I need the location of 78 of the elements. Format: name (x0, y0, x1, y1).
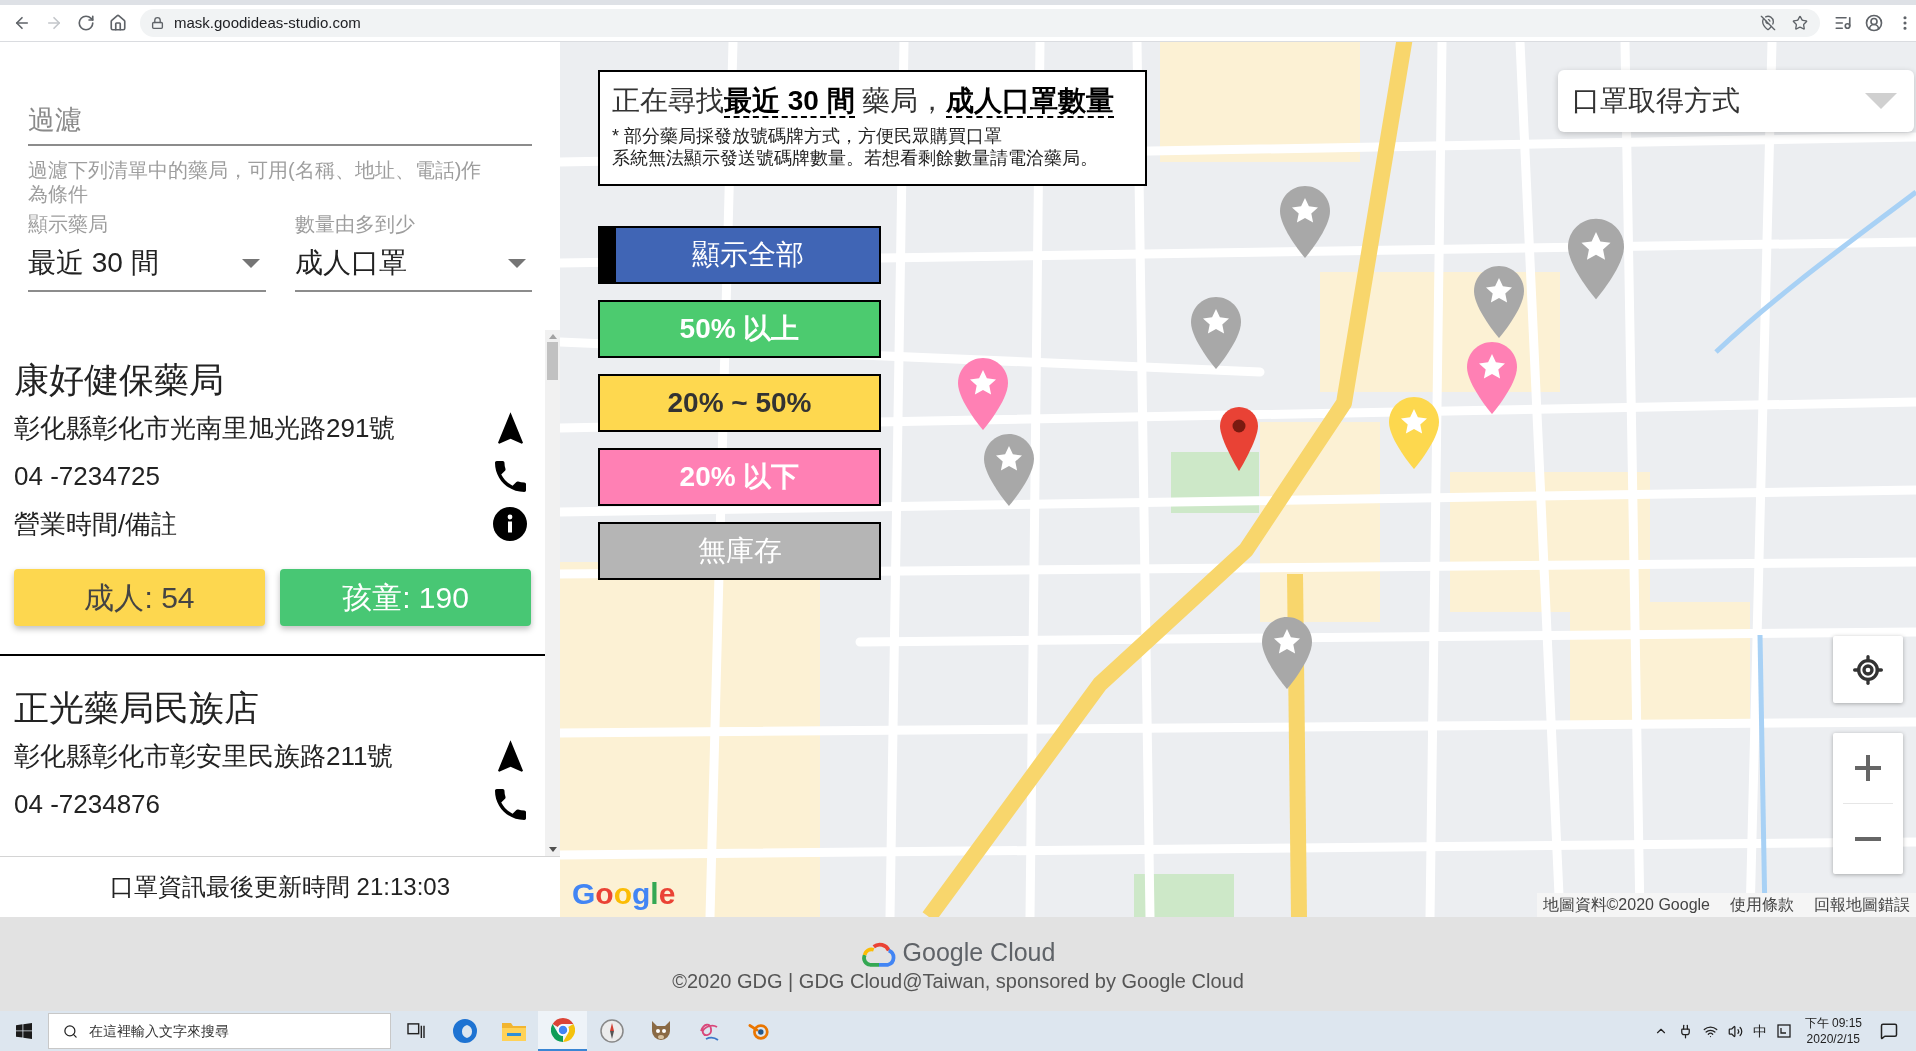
address-bar[interactable]: mask.goodideas-studio.com (140, 9, 1820, 37)
filter-field[interactable]: 過濾 (28, 96, 532, 146)
thick-ring-icon (452, 1019, 477, 1043)
wifi-icon[interactable] (1702, 1023, 1718, 1039)
scrollbar-thumb[interactable] (547, 342, 558, 380)
search-input[interactable]: 在這裡輸入文字來搜尋 (89, 1020, 390, 1042)
map-link[interactable]: 使用條款 (1730, 893, 1794, 917)
select-label: 顯示藥局 (28, 212, 108, 236)
volume-icon[interactable] (1727, 1023, 1743, 1039)
star-pin-icon[interactable] (984, 434, 1034, 506)
phone-text: 04 -7234876 (14, 787, 161, 821)
hours-note-text: 營業時間/備註 (14, 507, 178, 541)
stock-filter-button[interactable]: 20% ~ 50% (598, 374, 881, 432)
navigation-arrow-icon[interactable] (497, 740, 523, 772)
last-updated-text: 口罩資訊最後更新時間 21:13:03 (109, 872, 451, 902)
location-pin-icon[interactable] (1220, 407, 1258, 471)
pharmacy-name: 正光藥局民族店 (14, 686, 259, 729)
locate-icon (1852, 653, 1884, 686)
phone-icon[interactable] (494, 460, 526, 492)
minus-icon (1855, 837, 1881, 841)
clock-time: 下午 09:15 (1804, 1015, 1862, 1031)
star-pin-icon[interactable] (1262, 617, 1312, 689)
lock-icon (151, 16, 164, 30)
home-icon[interactable] (109, 14, 127, 32)
search-summary-heading: 正在尋找最近 30 間 藥局，成人口罩數量 (612, 84, 1116, 119)
clock-date: 2020/2/15 (1806, 1031, 1860, 1047)
notice-text: 系統無法顯示發送號碼牌數量。若想看剩餘數量請電洽藥局。 (612, 147, 1098, 169)
media-control-icon[interactable] (1834, 14, 1852, 32)
ime-mode-icon[interactable] (1776, 1024, 1791, 1038)
dropdown-select[interactable]: 成人口罩 (294, 236, 532, 292)
account-icon[interactable] (1865, 14, 1883, 32)
input-method-indicator[interactable]: 中 (1752, 1020, 1767, 1042)
taskbar-app-button[interactable] (538, 1011, 587, 1051)
map-link[interactable]: 回報地圖錯誤 (1814, 893, 1910, 917)
address-text: 彰化縣彰化市光南里旭光路291號 (14, 411, 396, 445)
map-data-credit: 地圖資料©2020 Google (1542, 895, 1710, 915)
brand-name: Google Cloud (902, 937, 1056, 969)
taskbar-search-bar[interactable]: 在這裡輸入文字來搜尋 (48, 1013, 391, 1049)
compass-icon (599, 1019, 624, 1043)
url-text: mask.goodideas-studio.com (174, 12, 361, 33)
notice-text: * 部分藥局採發放號碼牌方式，方便民眾購買口罩 (612, 125, 1002, 147)
bookmark-star-icon[interactable] (1792, 15, 1808, 31)
star-pin-icon[interactable] (1389, 397, 1439, 469)
notification-icon[interactable] (1880, 1022, 1898, 1040)
caret-icon (241, 258, 260, 268)
blocked-location-icon[interactable] (1760, 15, 1776, 31)
star-pin-icon[interactable] (1191, 297, 1241, 369)
credit-text: ©2020 GDG | GDG Cloud@Taiwan, sponsored by Google Cloud (672, 969, 1244, 993)
address-text: 彰化縣彰化市彰安里民族路211號 (14, 739, 394, 773)
search-icon (63, 1023, 78, 1039)
star-pin-icon[interactable] (1280, 186, 1330, 258)
scroll-down-icon[interactable] (548, 847, 557, 852)
star-pin-icon[interactable] (1467, 342, 1517, 414)
phone-icon[interactable] (494, 788, 526, 820)
dropdown-select[interactable]: 最近 30 間 (28, 236, 266, 292)
caret-icon (508, 258, 526, 268)
tricolor-circle-icon (550, 1018, 575, 1042)
my-location-button[interactable] (1833, 636, 1903, 703)
phone-text: 04 -7234725 (14, 459, 161, 493)
google-logo: Google (572, 877, 676, 911)
filter-hint: 過濾下列清單中的藥局，可用(名稱、地址、電話)作為條件 (28, 158, 483, 206)
pickup-method-select[interactable]: 口罩取得方式 (1558, 70, 1914, 132)
plus-icon (1855, 755, 1881, 781)
star-pin-icon[interactable] (1474, 266, 1524, 338)
reload-icon[interactable] (77, 14, 95, 32)
scrollbar[interactable] (545, 330, 560, 856)
info-icon[interactable] (493, 507, 527, 541)
stock-filter-button[interactable]: 顯示全部 (598, 226, 881, 284)
star-pin-icon[interactable] (1568, 218, 1624, 300)
folder-icon (501, 1021, 526, 1041)
stock-count-button[interactable]: 成人: 54 (14, 569, 265, 626)
star-pin-icon[interactable] (958, 358, 1008, 430)
task-view-icon (406, 1023, 425, 1039)
pharmacy-name: 康好健保藥局 (14, 358, 224, 401)
select-label: 數量由多到少 (294, 212, 415, 236)
navigation-arrow-icon[interactable] (497, 412, 523, 444)
windows-logo-icon[interactable] (16, 1023, 32, 1039)
caret-icon (1864, 93, 1898, 109)
